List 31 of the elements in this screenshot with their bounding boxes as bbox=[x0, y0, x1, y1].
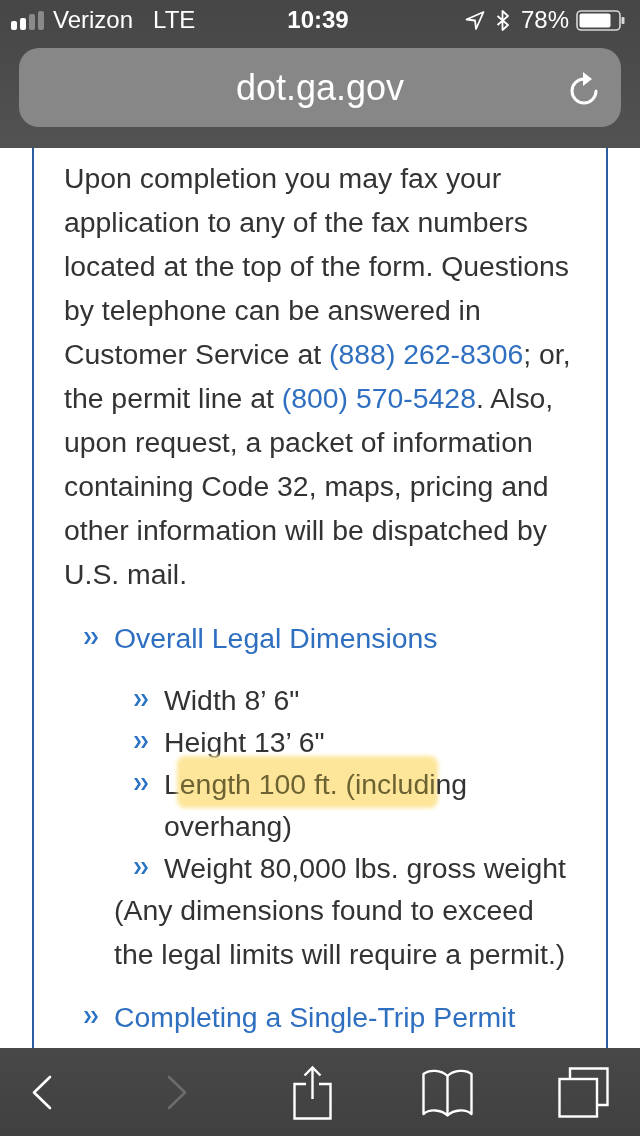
clock-time: 10:39 bbox=[287, 6, 349, 34]
intro-paragraph: Upon completion you may fax your application to any of the fax numbers located at the top of the form. Questions by telephone can be answered in Customer Service at (888) 262-8306; or, the permit line at (800) 570-5428. Also, upon request, a packet of information containing Code 32, maps, pricing and other information will be dispatched by U.S. mail. bbox=[64, 161, 572, 592]
list-item-text: Height 13’ 6" bbox=[164, 725, 326, 760]
carrier-name: Verizon bbox=[53, 6, 134, 34]
double-chevron-icon bbox=[134, 736, 148, 748]
share-icon bbox=[293, 1064, 332, 1120]
note-text: (Any dimensions found to exceed the legal limits will require a permit.) bbox=[114, 893, 567, 972]
bluetooth-icon bbox=[495, 9, 510, 31]
phone-link[interactable]: (800) 570-5428 bbox=[281, 382, 476, 414]
battery-icon bbox=[576, 9, 625, 31]
double-chevron-icon bbox=[134, 778, 148, 790]
signal-icon bbox=[11, 10, 44, 30]
battery-percentage: 78% bbox=[520, 6, 569, 34]
chevron-right-icon bbox=[167, 1074, 188, 1110]
double-chevron-icon bbox=[84, 1011, 98, 1023]
phone-link[interactable]: (888) 262-8306 bbox=[329, 338, 524, 370]
location-arrow-icon bbox=[464, 10, 485, 30]
section-link[interactable]: Overall Legal Dimensions bbox=[114, 616, 438, 660]
overlapping-squares-icon bbox=[557, 1066, 609, 1118]
double-chevron-icon bbox=[134, 694, 148, 706]
book-icon bbox=[422, 1067, 474, 1117]
chevron-left-icon bbox=[32, 1074, 52, 1110]
list-item-text: Width 8’ 6" bbox=[164, 683, 301, 718]
reload-button[interactable] bbox=[569, 69, 599, 106]
network-type: LTE bbox=[153, 6, 196, 34]
address-field[interactable]: dot.ga.gov bbox=[19, 48, 621, 127]
section-link[interactable]: Completing a Single-Trip Permit bbox=[114, 995, 516, 1039]
double-chevron-icon bbox=[134, 862, 148, 874]
double-chevron-icon bbox=[84, 632, 98, 644]
reload-icon bbox=[569, 70, 599, 105]
list-item-text: Weight 80,000 lbs. gross weight bbox=[164, 851, 567, 886]
